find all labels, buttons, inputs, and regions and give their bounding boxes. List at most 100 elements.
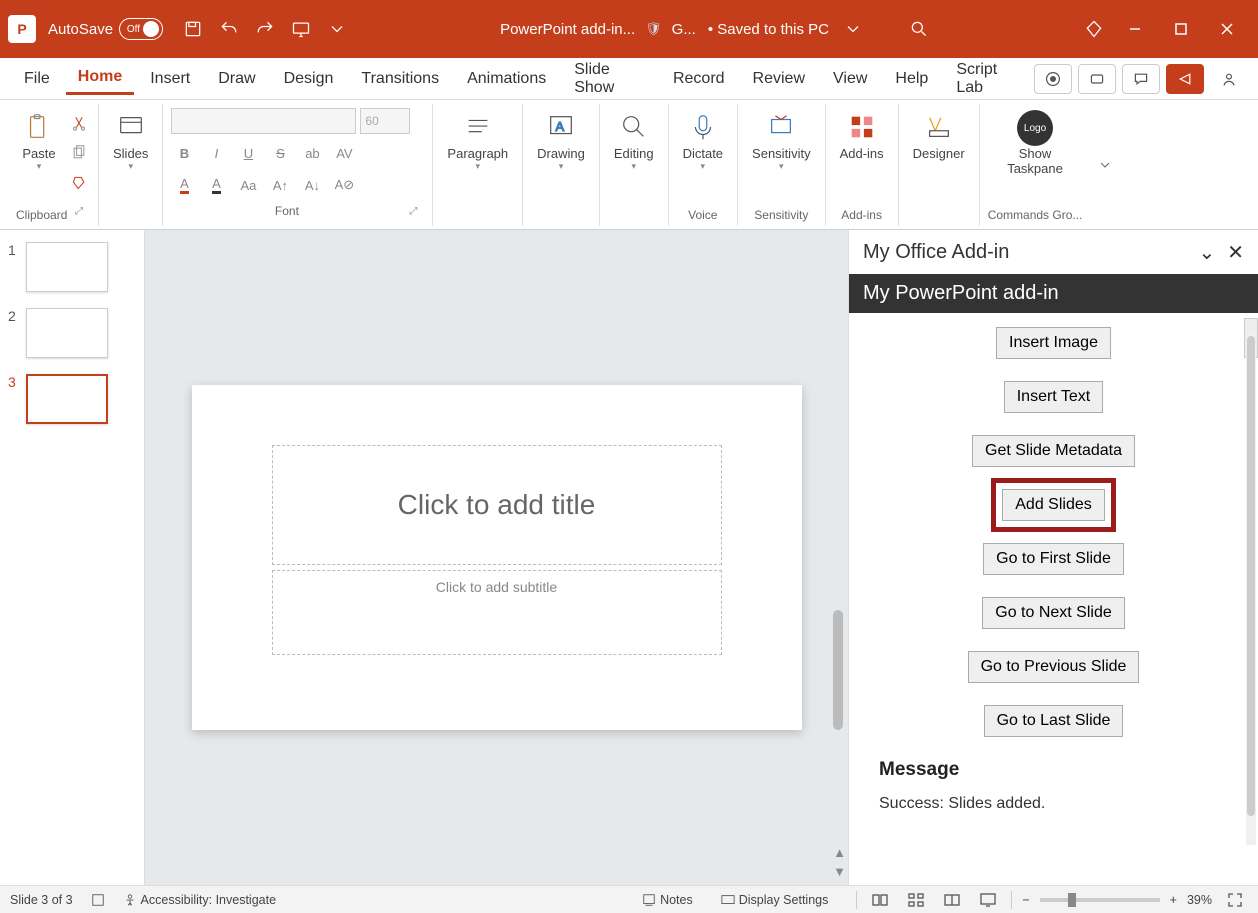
zoom-slider[interactable] (1040, 898, 1160, 902)
normal-view-icon[interactable] (867, 890, 893, 910)
tab-scriptlab[interactable]: Script Lab (944, 55, 1032, 103)
title-placeholder[interactable]: Click to add title (272, 445, 722, 565)
record-button-icon[interactable] (1034, 64, 1072, 94)
tab-review[interactable]: Review (741, 64, 817, 94)
editing-button[interactable]: Editing ▾ (608, 108, 660, 174)
maximize-button[interactable] (1158, 9, 1204, 49)
strikethrough-icon[interactable]: S (269, 142, 291, 164)
thumbnail-3[interactable]: 3 (8, 374, 136, 424)
insert-image-button[interactable]: Insert Image (996, 327, 1111, 359)
tab-record[interactable]: Record (661, 64, 737, 94)
font-family-select[interactable] (171, 108, 356, 134)
close-button[interactable] (1204, 9, 1250, 49)
go-next-slide-button[interactable]: Go to Next Slide (982, 597, 1125, 629)
italic-icon[interactable]: I (205, 142, 227, 164)
go-first-slide-button[interactable]: Go to First Slide (983, 543, 1124, 575)
copy-icon[interactable] (68, 142, 90, 164)
comments-icon[interactable] (1122, 64, 1160, 94)
drawing-button[interactable]: A Drawing ▾ (531, 108, 591, 174)
share-button[interactable] (1166, 64, 1204, 94)
text-shadow-icon[interactable]: ab (301, 142, 323, 164)
taskpane-close-icon[interactable]: ✕ (1227, 240, 1244, 265)
redo-icon[interactable] (251, 15, 279, 43)
go-previous-slide-button[interactable]: Go to Previous Slide (968, 651, 1140, 683)
qat-more-icon[interactable] (323, 15, 351, 43)
tab-view[interactable]: View (821, 64, 879, 94)
save-status[interactable]: • Saved to this PC (708, 21, 829, 38)
search-icon[interactable] (905, 15, 933, 43)
account-icon[interactable] (1210, 64, 1248, 94)
next-slide-icon[interactable]: ▼ (833, 864, 846, 879)
format-painter-icon[interactable] (68, 172, 90, 194)
clear-format-icon[interactable]: A⊘ (333, 174, 355, 196)
tab-animations[interactable]: Animations (455, 64, 558, 94)
tab-insert[interactable]: Insert (138, 64, 202, 94)
tab-home[interactable]: Home (66, 62, 134, 95)
underline-icon[interactable]: U (237, 142, 259, 164)
paragraph-button[interactable]: Paragraph ▾ (441, 108, 514, 174)
slide-canvas[interactable]: Click to add title Click to add subtitle… (145, 230, 848, 885)
spell-check-icon[interactable] (91, 893, 105, 907)
minimize-button[interactable] (1112, 9, 1158, 49)
tab-help[interactable]: Help (883, 64, 940, 94)
sensitivity-button[interactable]: Sensitivity ▾ (746, 108, 817, 174)
tab-file[interactable]: File (12, 64, 62, 94)
group-addins: Add-ins Add-ins (826, 104, 899, 226)
dictate-button[interactable]: Dictate ▾ (677, 108, 729, 174)
character-spacing-icon[interactable]: AV (333, 142, 355, 164)
save-status-chevron-icon[interactable] (839, 15, 867, 43)
font-launcher-icon[interactable]: ⤢ (402, 200, 424, 222)
tab-slideshow[interactable]: Slide Show (562, 55, 657, 103)
slide-counter[interactable]: Slide 3 of 3 (10, 893, 73, 907)
vertical-scrollbar[interactable] (830, 230, 846, 885)
tab-design[interactable]: Design (272, 64, 346, 94)
designer-button[interactable]: Designer (907, 108, 971, 163)
slideshow-view-icon[interactable] (975, 890, 1001, 910)
change-case-icon[interactable]: Aa (237, 174, 259, 196)
autosave-toggle[interactable]: Off (119, 18, 163, 40)
document-name[interactable]: PowerPoint add-in... (500, 21, 635, 38)
undo-icon[interactable] (215, 15, 243, 43)
addins-button[interactable]: Add-ins (834, 108, 890, 163)
subtitle-placeholder[interactable]: Click to add subtitle (272, 570, 722, 655)
notes-button[interactable]: Notes (642, 893, 693, 907)
prev-slide-icon[interactable]: ▲ (833, 845, 846, 860)
taskpane-menu-icon[interactable]: ⌄ (1198, 240, 1215, 265)
zoom-percent[interactable]: 39% (1187, 893, 1212, 907)
font-size-select[interactable] (360, 108, 410, 134)
ribbon-collapse-icon[interactable] (1090, 104, 1120, 225)
sorter-view-icon[interactable] (903, 890, 929, 910)
highlight-icon[interactable]: A (205, 174, 227, 196)
shrink-font-icon[interactable]: A↓ (301, 174, 323, 196)
get-slide-metadata-button[interactable]: Get Slide Metadata (972, 435, 1135, 467)
paste-button[interactable]: Paste ▾ (16, 108, 62, 174)
go-last-slide-button[interactable]: Go to Last Slide (984, 705, 1124, 737)
tab-draw[interactable]: Draw (206, 64, 267, 94)
teams-icon[interactable] (1078, 64, 1116, 94)
reading-view-icon[interactable] (939, 890, 965, 910)
slides-button[interactable]: Slides ▾ (107, 108, 154, 174)
tab-transitions[interactable]: Transitions (349, 64, 451, 94)
thumbnail-2[interactable]: 2 (8, 308, 136, 358)
display-settings-button[interactable]: Display Settings (721, 893, 829, 907)
group-commands: Logo Show Taskpane Commands Gro... (980, 104, 1091, 226)
thumbnail-1[interactable]: 1 (8, 242, 136, 292)
save-icon[interactable] (179, 15, 207, 43)
taskpane-title: My PowerPoint add-in (849, 274, 1258, 313)
insert-text-button[interactable]: Insert Text (1004, 381, 1104, 413)
font-color-icon[interactable]: A (173, 174, 195, 196)
bold-icon[interactable]: B (173, 142, 195, 164)
diamond-icon[interactable] (1080, 15, 1108, 43)
clipboard-launcher-icon[interactable]: ⤢ (68, 200, 90, 222)
add-slides-button[interactable]: Add Slides (1002, 489, 1105, 521)
zoom-out-icon[interactable]: − (1022, 893, 1029, 907)
grow-font-icon[interactable]: A↑ (269, 174, 291, 196)
show-taskpane-button[interactable]: Logo Show Taskpane (1001, 108, 1069, 178)
cut-icon[interactable] (68, 112, 90, 134)
present-icon[interactable] (287, 15, 315, 43)
taskpane-scrollbar[interactable] (1246, 334, 1256, 845)
slide-nav-arrows[interactable]: ▲ ▼ (833, 845, 846, 879)
accessibility-status[interactable]: Accessibility: Investigate (123, 893, 276, 907)
fit-window-icon[interactable] (1222, 890, 1248, 910)
zoom-in-icon[interactable]: + (1170, 893, 1177, 907)
